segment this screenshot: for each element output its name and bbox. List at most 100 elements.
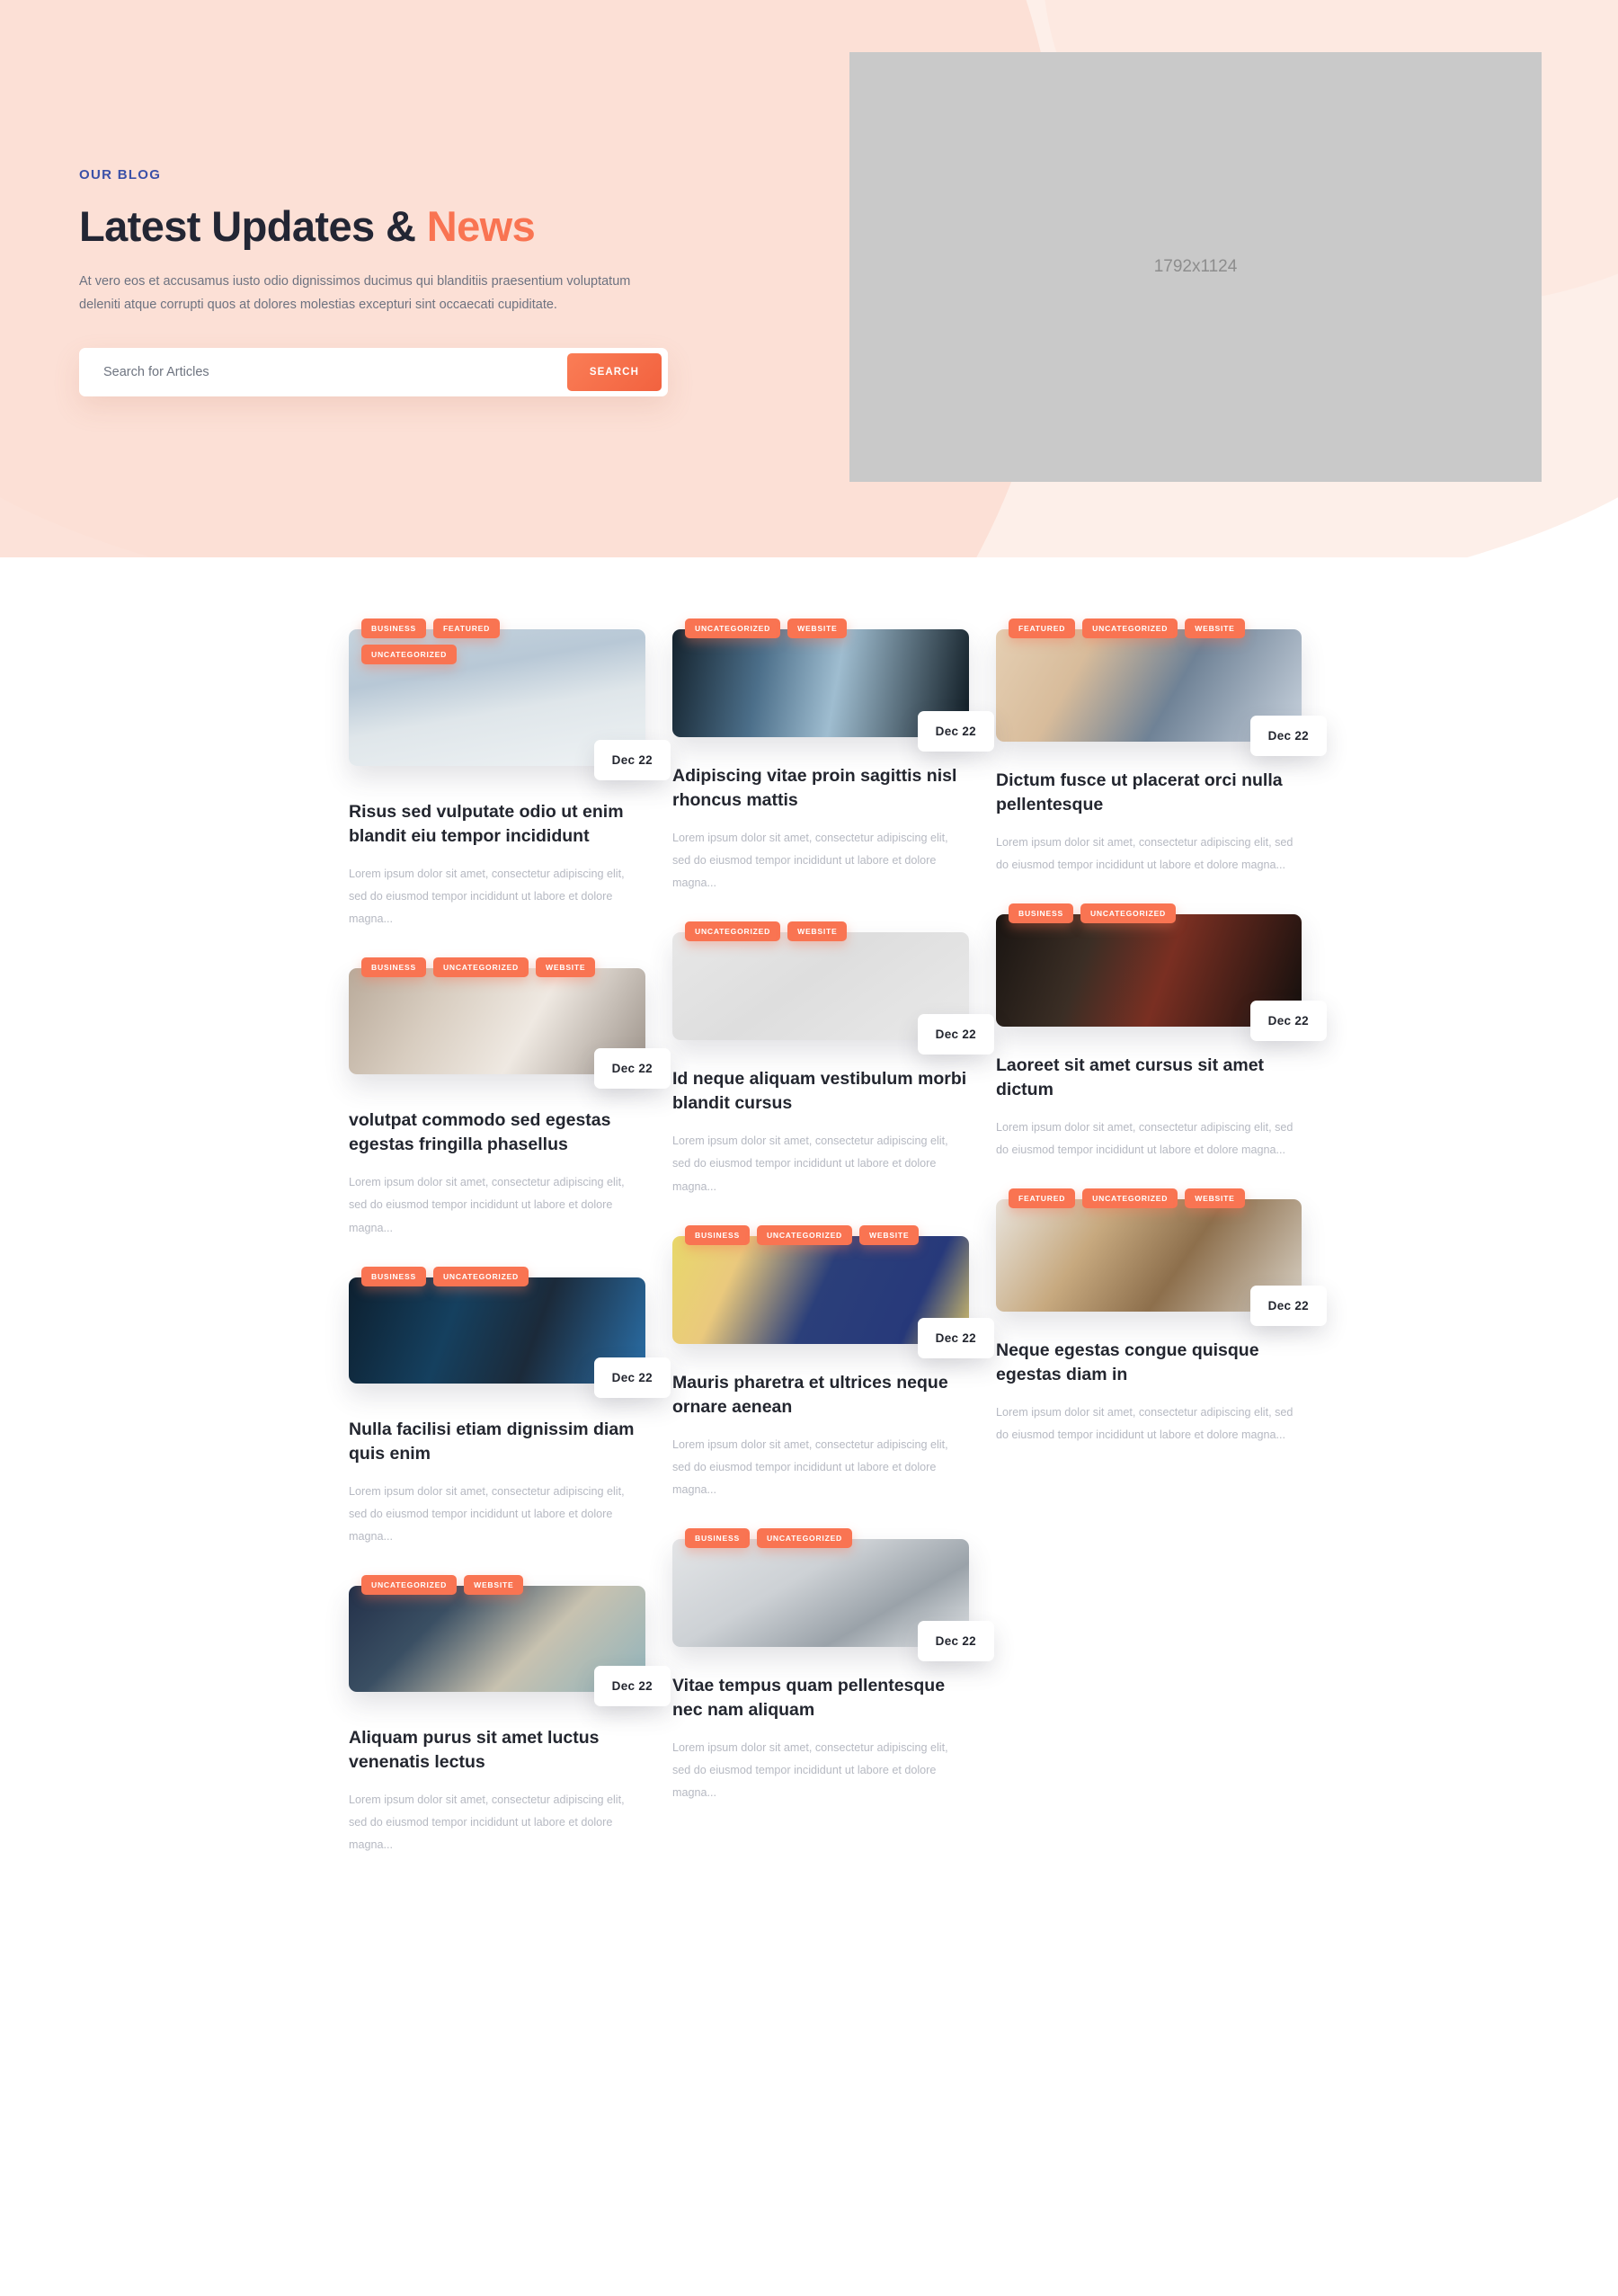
- card-tag[interactable]: UNCATEGORIZED: [1082, 618, 1178, 638]
- card-media: BUSINESS UNCATEGORIZED Dec 22: [349, 1266, 671, 1398]
- card-tag[interactable]: BUSINESS: [685, 1224, 750, 1245]
- hero-image-placeholder: 1792x1124: [849, 52, 1542, 482]
- hero-copy-block: OUR BLOG Latest Updates & News At vero e…: [79, 167, 690, 396]
- card-media: UNCATEGORIZED WEBSITE Dec 22: [672, 921, 994, 1055]
- card-tag-list: FEATURED UNCATEGORIZED WEBSITE: [1009, 618, 1247, 638]
- card-tag-list: BUSINESS UNCATEGORIZED WEBSITE: [361, 957, 600, 978]
- blog-card[interactable]: FEATURED UNCATEGORIZED WEBSITE Dec 22 Di…: [996, 618, 1327, 877]
- card-tag[interactable]: BUSINESS: [361, 1266, 426, 1286]
- blog-card[interactable]: BUSINESS UNCATEGORIZED WEBSITE Dec 22 vo…: [349, 957, 671, 1239]
- card-media: FEATURED UNCATEGORIZED WEBSITE Dec 22: [996, 1188, 1327, 1327]
- card-title[interactable]: Dictum fusce ut placerat orci nulla pell…: [996, 769, 1302, 817]
- card-tag[interactable]: BUSINESS: [361, 618, 426, 638]
- card-tag-list: BUSINESS FEATURED UNCATEGORIZED: [361, 618, 600, 664]
- card-media: BUSINESS UNCATEGORIZED Dec 22: [996, 903, 1327, 1042]
- card-tag[interactable]: WEBSITE: [1185, 1188, 1245, 1209]
- card-tag-list: FEATURED UNCATEGORIZED WEBSITE: [1009, 1188, 1247, 1209]
- card-media: BUSINESS UNCATEGORIZED WEBSITE Dec 22: [672, 1224, 994, 1358]
- search-input[interactable]: [79, 364, 567, 379]
- card-tag[interactable]: BUSINESS: [361, 957, 426, 978]
- card-tag-list: BUSINESS UNCATEGORIZED: [361, 1266, 600, 1286]
- card-tag-list: BUSINESS UNCATEGORIZED WEBSITE: [685, 1224, 923, 1245]
- blog-card[interactable]: BUSINESS UNCATEGORIZED WEBSITE Dec 22 Ma…: [672, 1224, 994, 1501]
- blog-card[interactable]: BUSINESS UNCATEGORIZED Dec 22 Vitae temp…: [672, 1528, 994, 1804]
- card-tag[interactable]: UNCATEGORIZED: [361, 645, 458, 664]
- card-excerpt: Lorem ipsum dolor sit amet, consectetur …: [349, 1176, 625, 1234]
- page-title: Latest Updates & News: [79, 202, 690, 251]
- card-media: BUSINESS UNCATEGORIZED WEBSITE Dec 22: [349, 957, 671, 1090]
- page-title-main: Latest Updates &: [79, 202, 427, 250]
- card-tag[interactable]: UNCATEGORIZED: [756, 1528, 853, 1549]
- card-tag[interactable]: UNCATEGORIZED: [756, 1224, 853, 1245]
- card-excerpt: Lorem ipsum dolor sit amet, consectetur …: [349, 1484, 625, 1543]
- blog-card[interactable]: UNCATEGORIZED WEBSITE Dec 22 Aliquam pur…: [349, 1575, 671, 1856]
- card-tag[interactable]: BUSINESS: [685, 1528, 750, 1549]
- card-tag[interactable]: UNCATEGORIZED: [1080, 903, 1177, 924]
- card-tag[interactable]: FEATURED: [1009, 618, 1076, 638]
- card-title[interactable]: Id neque aliquam vestibulum morbi blandi…: [672, 1067, 969, 1116]
- grid-column-3: FEATURED UNCATEGORIZED WEBSITE Dec 22 Di…: [996, 618, 1327, 1895]
- card-tag[interactable]: FEATURED: [1009, 1188, 1076, 1209]
- card-tag[interactable]: UNCATEGORIZED: [432, 1266, 529, 1286]
- card-media: UNCATEGORIZED WEBSITE Dec 22: [672, 618, 994, 752]
- card-date-badge: Dec 22: [593, 1048, 671, 1090]
- card-tag-list: UNCATEGORIZED WEBSITE: [361, 1575, 600, 1596]
- card-tag[interactable]: UNCATEGORIZED: [685, 618, 781, 638]
- card-date-badge: Dec 22: [1249, 1001, 1327, 1042]
- card-excerpt: Lorem ipsum dolor sit amet, consectetur …: [672, 831, 948, 890]
- grid-column-2: UNCATEGORIZED WEBSITE Dec 22 Adipiscing …: [672, 618, 994, 1895]
- blog-post-grid: BUSINESS FEATURED UNCATEGORIZED Dec 22 R…: [349, 618, 1327, 1895]
- card-title[interactable]: Laoreet sit amet cursus sit amet dictum: [996, 1054, 1302, 1102]
- blog-card[interactable]: BUSINESS UNCATEGORIZED Dec 22 Nulla faci…: [349, 1266, 671, 1548]
- card-media: BUSINESS FEATURED UNCATEGORIZED Dec 22: [349, 618, 671, 780]
- card-tag[interactable]: UNCATEGORIZED: [432, 957, 529, 978]
- card-tag[interactable]: WEBSITE: [787, 618, 848, 638]
- card-title[interactable]: Vitae tempus quam pellentesque nec nam a…: [672, 1674, 969, 1722]
- card-tag[interactable]: UNCATEGORIZED: [685, 921, 781, 942]
- card-excerpt: Lorem ipsum dolor sit amet, consectetur …: [672, 1135, 948, 1193]
- card-title[interactable]: Adipiscing vitae proin sagittis nisl rho…: [672, 764, 969, 813]
- card-tag[interactable]: WEBSITE: [1185, 618, 1245, 638]
- card-media: UNCATEGORIZED WEBSITE Dec 22: [349, 1575, 671, 1707]
- blog-card[interactable]: BUSINESS UNCATEGORIZED Dec 22 Laoreet si…: [996, 903, 1327, 1161]
- card-excerpt: Lorem ipsum dolor sit amet, consectetur …: [672, 1740, 948, 1800]
- card-tag[interactable]: WEBSITE: [464, 1575, 524, 1596]
- card-title[interactable]: Aliquam purus sit amet luctus venenatis …: [349, 1726, 645, 1775]
- hero-section: OUR BLOG Latest Updates & News At vero e…: [0, 0, 1618, 557]
- card-tag[interactable]: FEATURED: [432, 618, 501, 638]
- card-tag[interactable]: WEBSITE: [536, 957, 596, 978]
- blog-card[interactable]: UNCATEGORIZED WEBSITE Dec 22 Id neque al…: [672, 921, 994, 1197]
- blog-card[interactable]: BUSINESS FEATURED UNCATEGORIZED Dec 22 R…: [349, 618, 671, 930]
- card-tag-list: BUSINESS UNCATEGORIZED: [685, 1528, 923, 1549]
- grid-column-1: BUSINESS FEATURED UNCATEGORIZED Dec 22 R…: [349, 618, 671, 1895]
- card-date-badge: Dec 22: [1249, 716, 1327, 756]
- card-date-badge: Dec 22: [917, 1014, 994, 1055]
- card-tag[interactable]: UNCATEGORIZED: [361, 1575, 458, 1596]
- card-date-badge: Dec 22: [593, 1357, 671, 1398]
- card-tag[interactable]: WEBSITE: [859, 1224, 920, 1245]
- card-title[interactable]: Nulla facilisi etiam dignissim diam quis…: [349, 1418, 645, 1466]
- card-tag[interactable]: BUSINESS: [1009, 903, 1073, 924]
- card-title[interactable]: Neque egestas congue quisque egestas dia…: [996, 1339, 1302, 1387]
- hero-image-dimensions-label: 1792x1124: [1153, 257, 1238, 276]
- card-title[interactable]: volutpat commodo sed egestas egestas fri…: [349, 1108, 645, 1157]
- blog-card[interactable]: UNCATEGORIZED WEBSITE Dec 22 Adipiscing …: [672, 618, 994, 894]
- card-date-badge: Dec 22: [917, 711, 994, 752]
- page-title-accent: News: [426, 202, 536, 250]
- card-excerpt: Lorem ipsum dolor sit amet, consectetur …: [996, 835, 1294, 871]
- card-title[interactable]: Mauris pharetra et ultrices neque ornare…: [672, 1371, 969, 1419]
- blog-card[interactable]: FEATURED UNCATEGORIZED WEBSITE Dec 22 Ne…: [996, 1188, 1327, 1446]
- card-excerpt: Lorem ipsum dolor sit amet, consectetur …: [996, 1121, 1294, 1157]
- card-title[interactable]: Risus sed vulputate odio ut enim blandit…: [349, 800, 645, 849]
- card-media: BUSINESS UNCATEGORIZED Dec 22: [672, 1528, 994, 1662]
- card-tag-list: BUSINESS UNCATEGORIZED: [1009, 903, 1247, 924]
- card-excerpt: Lorem ipsum dolor sit amet, consectetur …: [349, 867, 625, 926]
- card-excerpt: Lorem ipsum dolor sit amet, consectetur …: [996, 1406, 1294, 1442]
- card-tag[interactable]: UNCATEGORIZED: [1082, 1188, 1178, 1209]
- card-tag[interactable]: WEBSITE: [787, 921, 848, 942]
- card-date-badge: Dec 22: [593, 1666, 671, 1707]
- card-date-badge: Dec 22: [917, 1621, 994, 1662]
- card-media: FEATURED UNCATEGORIZED WEBSITE Dec 22: [996, 618, 1327, 756]
- card-date-badge: Dec 22: [1249, 1286, 1327, 1327]
- search-button[interactable]: SEARCH: [566, 352, 662, 391]
